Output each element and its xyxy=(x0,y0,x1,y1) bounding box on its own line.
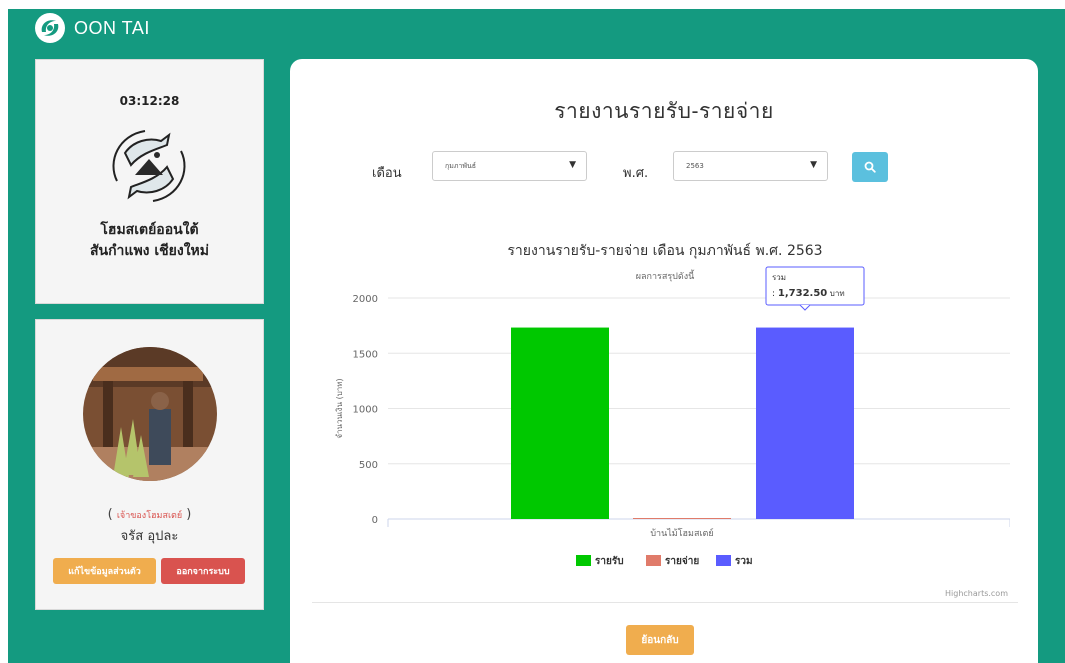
page-title: รายงานรายรับ-รายจ่าย xyxy=(554,100,774,123)
chart-subtitle: ผลการสรุปดังนี้ xyxy=(636,269,695,282)
y-tick-label: 1500 xyxy=(353,349,378,360)
logout-button[interactable]: ออกจากระบบ xyxy=(161,558,245,584)
legend-swatch xyxy=(576,555,591,566)
role-open-paren: ( xyxy=(107,507,113,522)
legend-label: รวม xyxy=(735,556,753,567)
homestay-card: 03:12:28 โฮมสเตย์ออนใต้ สันกำแพง เชียงให… xyxy=(35,59,264,304)
x-category-label: บ้านไม้โฮมสเตย์ xyxy=(650,527,713,539)
homestay-name-line1: โฮมสเตย์ออนใต้ xyxy=(100,222,199,238)
role-text: เจ้าของโฮมสเตย์ xyxy=(116,511,183,521)
tooltip-pointer xyxy=(799,304,811,311)
search-icon xyxy=(864,161,876,173)
bar-1 xyxy=(511,327,609,519)
year-select-value: 2563 xyxy=(686,162,704,170)
avatar-photo xyxy=(83,347,217,481)
y-tick-label: 0 xyxy=(372,515,378,526)
tooltip-unit: บาท xyxy=(827,289,844,298)
month-select-value: กุมภาพันธ์ xyxy=(445,161,477,170)
homestay-name: โฮมสเตย์ออนใต้ สันกำแพง เชียงใหม่ xyxy=(36,220,263,262)
role-close-paren: ) xyxy=(186,507,192,522)
user-role: ( เจ้าของโฮมสเตย์ ) xyxy=(36,507,263,522)
y-tick-label: 500 xyxy=(359,460,378,471)
chart-svg: รายงานรายรับ-รายจ่าย เดือน กุมภาพันธ์ พ.… xyxy=(335,242,1010,598)
legend-swatch xyxy=(646,555,661,566)
user-card: ( เจ้าของโฮมสเตย์ ) จรัส อุปละ แก้ไขข้อม… xyxy=(35,319,264,610)
divider xyxy=(312,602,1018,603)
month-label: เดือน xyxy=(372,166,402,181)
bar-2 xyxy=(633,518,731,519)
legend-label: รายรับ xyxy=(595,555,624,567)
tooltip-line: : 1,732.50 บาท xyxy=(772,288,845,299)
bar-3 xyxy=(756,327,854,519)
brand-name: OON TAI xyxy=(74,17,150,38)
homestay-name-line2: สันกำแพง เชียงใหม่ xyxy=(89,243,210,259)
clock: 03:12:28 xyxy=(119,94,180,108)
page-background: OON TAI 03:12:28 โฮมสเตย์ออนใต้ สันกำแพง… xyxy=(8,9,1065,663)
homestay-logo-icon xyxy=(112,130,186,202)
back-button[interactable]: ย้อนกลับ xyxy=(626,625,694,655)
search-button[interactable] xyxy=(852,152,888,182)
dropdown-arrow-icon: ▼ xyxy=(569,160,576,170)
chart-credits: Highcharts.com xyxy=(945,589,1008,598)
legend-swatch xyxy=(716,555,731,566)
y-tick-label: 1000 xyxy=(353,405,378,416)
month-select[interactable]: กุมภาพันธ์ ▼ xyxy=(432,151,587,181)
avatar xyxy=(83,347,217,481)
year-label: พ.ศ. xyxy=(623,166,649,181)
edit-profile-button[interactable]: แก้ไขข้อมูลส่วนตัว xyxy=(53,558,156,584)
dropdown-arrow-icon: ▼ xyxy=(810,160,817,170)
y-axis-title: จำนวนเงิน (บาท) xyxy=(335,378,344,438)
fish-logo-icon xyxy=(35,13,65,43)
chart-title: รายงานรายรับ-รายจ่าย เดือน กุมภาพันธ์ พ.… xyxy=(507,242,822,259)
year-select[interactable]: 2563 ▼ xyxy=(673,151,828,181)
brand[interactable]: OON TAI xyxy=(34,11,150,45)
tooltip-series: รวม xyxy=(772,273,786,282)
report-panel: รายงานรายรับ-รายจ่าย เดือน กุมภาพันธ์ ▼ … xyxy=(290,59,1038,663)
income-expense-chart: รายงานรายรับ-รายจ่าย เดือน กุมภาพันธ์ พ.… xyxy=(320,219,1010,599)
tooltip-value: 1,732.50 xyxy=(778,288,827,299)
user-name: จรัส อุปละ xyxy=(120,529,179,544)
legend-label: รายจ่าย xyxy=(665,555,699,567)
y-tick-label: 2000 xyxy=(353,294,378,305)
